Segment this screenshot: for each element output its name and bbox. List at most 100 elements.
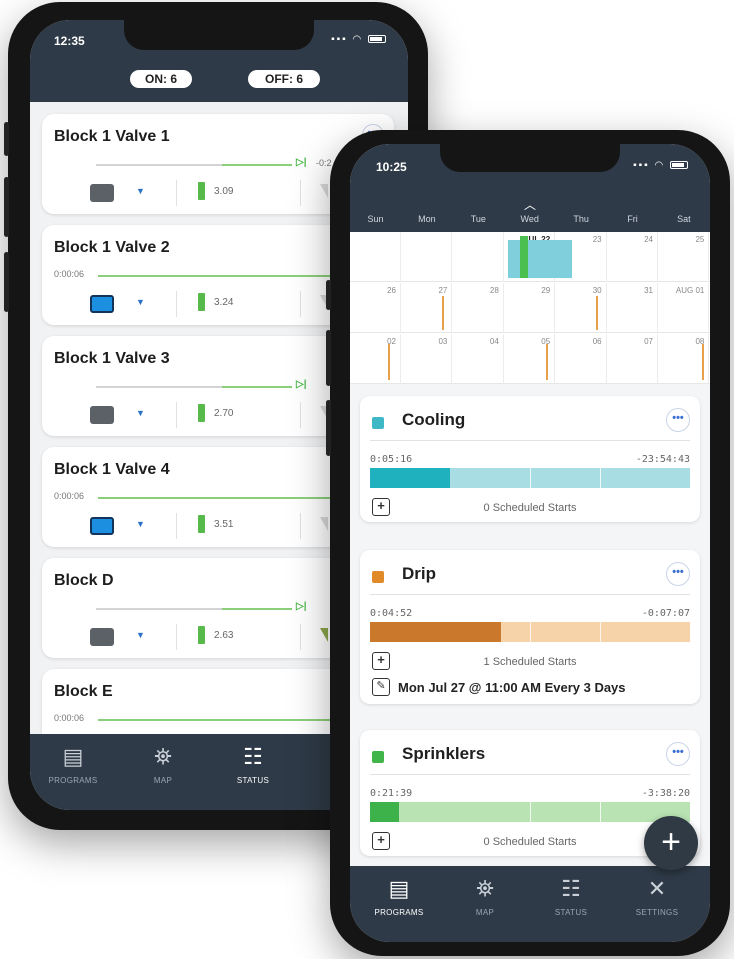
signal-strength-icon	[320, 184, 328, 198]
calendar-day[interactable]: 06	[556, 334, 607, 384]
tab-map[interactable]: ⛯ MAP	[128, 744, 198, 785]
valve-name: Block E	[54, 683, 113, 700]
tab-label: PROGRAMS	[48, 776, 98, 785]
chevron-down-icon[interactable]: ▼	[136, 297, 145, 307]
calendar-event-drip[interactable]	[546, 344, 548, 380]
progress-segment-tick	[600, 622, 602, 642]
tab-settings[interactable]: ✕ SETTINGS	[622, 876, 692, 917]
programs-icon: ▤	[388, 876, 410, 901]
valve-state-icon[interactable]	[90, 406, 114, 424]
calendar-event-drip[interactable]	[388, 344, 390, 380]
calendar-day[interactable]: 03	[401, 334, 453, 384]
calendar-day[interactable]: 29	[504, 283, 556, 333]
progress-segment-tick	[600, 468, 602, 488]
battery-voltage: 3.24	[214, 297, 234, 308]
tab-label: STATUS	[554, 908, 588, 917]
mute-switch	[4, 122, 9, 156]
valve-name: Block 1 Valve 3	[54, 350, 170, 367]
chevron-down-icon[interactable]: ▼	[136, 186, 145, 196]
valve-name: Block 1 Valve 2	[54, 239, 170, 256]
divider	[176, 291, 177, 317]
map-icon: ⛯	[476, 876, 494, 901]
calendar-event-drip[interactable]	[596, 296, 598, 330]
program-color-swatch	[372, 571, 384, 583]
tab-programs[interactable]: ▤ PROGRAMS	[38, 744, 108, 785]
skip-end-icon[interactable]: ▷|	[296, 157, 307, 168]
program-progress-bar	[370, 468, 690, 488]
scheduled-starts-count: 0 Scheduled Starts	[483, 502, 577, 514]
tab-map[interactable]: ⛯ MAP	[450, 876, 520, 917]
valve-run-timer: 0:00:06	[54, 491, 85, 501]
more-options-button[interactable]: •••	[666, 562, 690, 586]
tab-status[interactable]: ☷ STATUS	[218, 744, 288, 785]
battery-level-icon	[198, 515, 205, 533]
mute-switch	[326, 280, 331, 310]
valve-run-timer: 0:00:06	[54, 713, 85, 723]
calendar-event-drip[interactable]	[702, 344, 704, 380]
battery-voltage: 2.70	[214, 408, 234, 419]
program-color-swatch	[372, 751, 384, 763]
battery-level-icon	[198, 404, 205, 422]
calendar-event-drip[interactable]	[442, 296, 444, 330]
tab-programs[interactable]: ▤ PROGRAMS	[364, 876, 434, 917]
collapse-handle-icon[interactable]: ︿	[524, 196, 536, 213]
calendar-day[interactable]: 24	[607, 232, 658, 282]
calendar-day[interactable]: 02	[350, 334, 401, 384]
calendar-day[interactable]: 26	[350, 283, 401, 333]
valve-state-icon[interactable]	[90, 517, 114, 535]
off-count-badge[interactable]: OFF: 6	[248, 70, 320, 88]
skip-end-icon[interactable]: ▷|	[296, 379, 307, 390]
edit-schedule-icon[interactable]: ✎	[372, 678, 390, 696]
elapsed-time: 0:04:52	[370, 608, 413, 619]
chevron-down-icon[interactable]: ▼	[136, 630, 145, 640]
status-icon: ☷	[243, 744, 263, 769]
tab-status[interactable]: ☷ STATUS	[536, 876, 606, 917]
status-icons: ▪▪▪ ◠	[331, 34, 386, 45]
divider	[300, 624, 301, 650]
divider	[300, 513, 301, 539]
schedule-detail: Mon Jul 27 @ 11:00 AM Every 3 Days	[398, 680, 626, 695]
calendar-grid[interactable]: JUL 22232425262728293031AUG 010203040506…	[350, 232, 710, 384]
on-count-badge[interactable]: ON: 6	[130, 70, 192, 88]
calendar-day[interactable]: 27	[401, 283, 453, 333]
calendar-day[interactable]: AUG 01	[658, 283, 710, 333]
program-name: Drip	[402, 564, 436, 583]
tab-bar: ▤ PROGRAMS ⛯ MAP ☷ STATUS ✕ SETTINGS	[350, 866, 710, 942]
valve-state-icon[interactable]	[90, 184, 114, 202]
valve-name: Block D	[54, 572, 114, 589]
calendar-day[interactable]: 04	[453, 334, 504, 384]
calendar-event-cooling[interactable]	[508, 240, 572, 278]
divider	[176, 180, 177, 206]
more-options-button[interactable]: •••	[666, 742, 690, 766]
calendar-day[interactable]	[401, 232, 453, 282]
program-color-swatch	[372, 417, 384, 429]
calendar-day[interactable]: 25	[658, 232, 710, 282]
calendar-day[interactable]	[453, 232, 504, 282]
more-options-button[interactable]: •••	[666, 408, 690, 432]
calendar-day[interactable]	[350, 232, 401, 282]
valve-state-icon[interactable]	[90, 295, 114, 313]
calendar-day[interactable]: 07	[607, 334, 658, 384]
valve-state-icon[interactable]	[90, 628, 114, 646]
weekday-label: Sat	[677, 214, 691, 224]
skip-end-icon[interactable]: ▷|	[296, 601, 307, 612]
calendar-week: 02 03 04 05 06 07 08	[350, 334, 710, 384]
valve-progress-line	[222, 386, 292, 388]
calendar-event-sprinklers[interactable]	[520, 236, 528, 278]
map-icon: ⛯	[154, 744, 172, 769]
add-program-button[interactable]: +	[644, 816, 698, 870]
calendar-day[interactable]: 30	[556, 283, 607, 333]
volume-down-button	[326, 400, 331, 456]
calendar-day[interactable]: 31	[607, 283, 658, 333]
chevron-down-icon[interactable]: ▼	[136, 408, 145, 418]
tab-label: SETTINGS	[635, 908, 679, 917]
divider	[176, 402, 177, 428]
calendar-day[interactable]: 28	[453, 283, 504, 333]
divider	[300, 291, 301, 317]
divider	[370, 774, 690, 775]
tab-label: MAP	[475, 908, 495, 917]
program-card-drip[interactable]: Drip ••• 0:04:52 -0:07:07 +1 Scheduled Start…	[360, 550, 700, 704]
program-card-cooling[interactable]: Cooling ••• 0:05:16 -23:54:43 +0 Scheduled S…	[360, 396, 700, 522]
divider	[176, 624, 177, 650]
chevron-down-icon[interactable]: ▼	[136, 519, 145, 529]
